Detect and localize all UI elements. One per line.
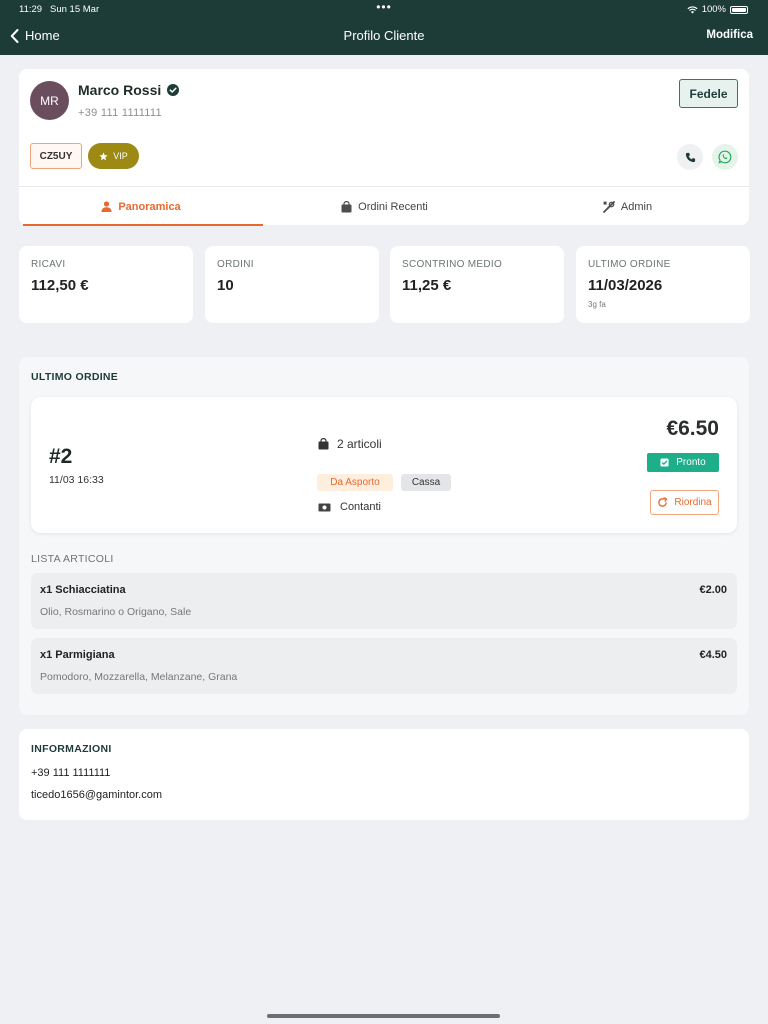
- order-summary[interactable]: #2 11/03 16:33 2 articoli Da Asporto Cas…: [31, 397, 737, 533]
- reorder-button[interactable]: Riordina: [650, 490, 719, 515]
- status-right: 100%: [687, 4, 748, 15]
- item-name: x1 Parmigiana: [40, 649, 115, 661]
- stat-value: 11/03/2026: [588, 277, 663, 294]
- top-bar: 11:29 Sun 15 Mar ••• 100% Home Profilo C…: [0, 0, 768, 55]
- wifi-icon: [687, 5, 698, 14]
- item-price: €2.00: [699, 584, 727, 596]
- order-source-tag: Cassa: [401, 474, 451, 491]
- edit-button[interactable]: Modifica: [706, 29, 753, 41]
- multitasking-dots[interactable]: •••: [376, 0, 392, 14]
- section-title-info: INFORMAZIONI: [31, 743, 112, 755]
- info-email[interactable]: ticedo1656@gamintor.com: [31, 789, 162, 801]
- list-item: x1 Parmigiana €4.50 Pomodoro, Mozzarella…: [31, 638, 737, 694]
- customer-code-badge: CZ5UY: [30, 143, 82, 169]
- reorder-label: Riordina: [674, 497, 712, 508]
- navigation-bar: Home Profilo Cliente Modifica: [0, 26, 768, 48]
- order-type-tag: Da Asporto: [317, 474, 393, 491]
- page-title: Profilo Cliente: [343, 28, 425, 43]
- verified-icon: [167, 84, 180, 96]
- stat-card-ricavi: RICAVI 112,50 €: [19, 246, 193, 323]
- call-button[interactable]: [677, 144, 703, 170]
- bag-icon: [341, 200, 352, 212]
- last-order-card: ULTIMO ORDINE #2 11/03 16:33 2 articoli …: [19, 357, 749, 715]
- stat-value: 11,25 €: [402, 277, 452, 294]
- status-date: Sun 15 Mar: [50, 4, 100, 15]
- order-status-badge: Pronto: [647, 453, 719, 472]
- home-indicator[interactable]: [267, 1014, 500, 1018]
- cash-icon: [318, 503, 331, 511]
- status-bar: 11:29 Sun 15 Mar ••• 100%: [0, 0, 768, 17]
- customer-name: Marco Rossi: [78, 82, 162, 98]
- person-icon: [101, 201, 112, 212]
- info-phone[interactable]: +39 111 1111111: [31, 767, 110, 779]
- payment-label: Contanti: [340, 501, 381, 513]
- items-count-label: 2 articoli: [337, 437, 382, 451]
- loyalty-badge[interactable]: Fedele: [679, 79, 738, 108]
- tools-icon: [603, 200, 615, 213]
- vip-badge: VIP: [88, 143, 139, 169]
- tab-label: Admin: [620, 200, 653, 213]
- avatar: MR: [30, 81, 69, 120]
- customer-phone: +39 111 1111111: [78, 107, 162, 119]
- stat-card-ordini: ORDINI 10: [205, 246, 379, 323]
- item-description: Pomodoro, Mozzarella, Melanzane, Grana: [40, 671, 238, 683]
- battery-percent: 100%: [701, 4, 726, 15]
- battery-icon: [730, 5, 748, 14]
- stat-label: RICAVI: [31, 259, 66, 270]
- item-name: x1 Schiacciatina: [40, 584, 126, 596]
- item-description: Olio, Rosmarino o Origano, Sale: [40, 606, 192, 618]
- stat-label: ORDINI: [217, 259, 254, 270]
- section-title-last-order: ULTIMO ORDINE: [31, 371, 119, 383]
- customer-profile-card: MR Marco Rossi +39 111 1111111 Fedele CZ…: [19, 69, 749, 226]
- check-square-icon: [660, 458, 669, 467]
- order-datetime: 11/03 16:33: [49, 474, 104, 486]
- star-icon: [99, 151, 108, 160]
- order-items-count: 2 articoli: [318, 437, 382, 451]
- tab-panoramica[interactable]: Panoramica: [19, 187, 263, 226]
- profile-tabs: Panoramica Ordini Recenti Admin: [19, 186, 749, 226]
- stat-card-ultimo-ordine: ULTIMO ORDINE 11/03/2026 3g fa: [576, 246, 750, 323]
- reorder-icon: [658, 497, 668, 507]
- customer-name-row: Marco Rossi: [78, 82, 180, 98]
- stat-value: 112,50 €: [31, 277, 89, 294]
- tab-label: Ordini Recenti: [358, 200, 428, 213]
- phone-icon: [685, 152, 695, 162]
- payment-method: Contanti: [318, 501, 381, 513]
- order-number: #2: [49, 445, 73, 468]
- tab-label: Panoramica: [118, 200, 181, 213]
- stat-label: SCONTRINO MEDIO: [402, 259, 503, 270]
- stat-sub: 3g fa: [588, 300, 606, 309]
- info-card: INFORMAZIONI +39 111 1111111 ticedo1656@…: [19, 729, 749, 820]
- status-time: 11:29 Sun 15 Mar: [19, 4, 100, 15]
- item-price: €4.50: [699, 649, 727, 661]
- order-total: €6.50: [666, 417, 719, 440]
- tab-ordini-recenti[interactable]: Ordini Recenti: [263, 187, 506, 226]
- section-title-item-list: LISTA ARTICOLI: [31, 553, 114, 565]
- vip-label: VIP: [113, 151, 128, 161]
- tab-admin[interactable]: Admin: [506, 187, 749, 226]
- stat-value: 10: [217, 277, 234, 294]
- bag-icon: [318, 438, 329, 450]
- whatsapp-button[interactable]: [712, 144, 738, 170]
- status-label: Pronto: [676, 457, 706, 468]
- stat-card-scontrino-medio: SCONTRINO MEDIO 11,25 €: [390, 246, 564, 323]
- list-item: x1 Schiacciatina €2.00 Olio, Rosmarino o…: [31, 573, 737, 629]
- whatsapp-icon: [718, 150, 732, 164]
- stat-label: ULTIMO ORDINE: [588, 259, 671, 270]
